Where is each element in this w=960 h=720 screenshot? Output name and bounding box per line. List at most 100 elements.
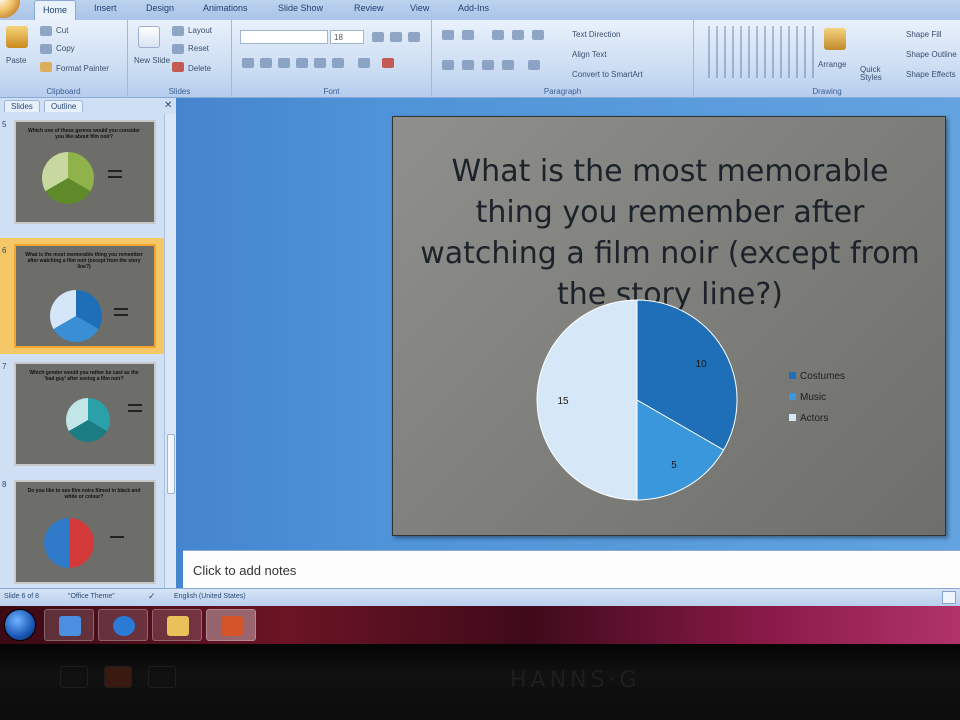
spell-check-icon[interactable]: ✓ (148, 591, 156, 602)
shrink-font-icon[interactable] (390, 32, 402, 42)
delete-icon (172, 62, 184, 72)
numbering-icon[interactable] (462, 30, 474, 40)
align-center-icon[interactable] (462, 60, 474, 70)
thumbnail-title: What is the most memorable thing you rem… (25, 252, 143, 270)
slide-thumbnail-5[interactable]: 5 Which one of these genres would you co… (0, 120, 164, 236)
shapes-gallery[interactable] (702, 26, 814, 78)
bold-icon[interactable] (242, 58, 254, 68)
theme-name: "Office Theme" (68, 593, 115, 600)
increase-indent-icon[interactable] (512, 30, 524, 40)
pie-chart[interactable]: 10 Costumes 5 Music 15 Actors (393, 117, 947, 537)
new-slide-icon[interactable] (138, 26, 160, 48)
fit-to-window-button[interactable] (942, 591, 956, 604)
tab-add-ins[interactable]: Add-Ins (458, 3, 489, 13)
clipboard-label: Clipboard (46, 87, 81, 96)
char-spacing-icon[interactable] (332, 58, 344, 68)
paste-icon[interactable] (6, 26, 28, 48)
legend-label-actors: Actors (800, 413, 828, 424)
font-color-icon[interactable] (382, 58, 394, 68)
close-icon[interactable]: ✕ (164, 100, 172, 111)
drawing-label: Drawing (812, 87, 842, 96)
scroll-thumb[interactable] (167, 434, 175, 494)
shadow-icon[interactable] (314, 58, 326, 68)
pie-slice-actors[interactable] (536, 299, 638, 501)
thumbnail-frame: Which gender would you rather be cast as… (14, 362, 156, 466)
monitor-brand-logo: HANNS·G (510, 668, 641, 693)
folder-icon (167, 616, 189, 636)
tab-home[interactable]: Home (34, 0, 77, 20)
taskbar-explorer[interactable] (44, 609, 94, 641)
thumbnail-pie (50, 290, 102, 342)
slide-thumbnail-7[interactable]: 7 Which gender would you rather be cast … (0, 362, 164, 478)
paste-button[interactable]: Paste (6, 56, 26, 65)
thumbnail-title: Which one of these genres would you cons… (28, 128, 140, 140)
thumbnail-legend (110, 536, 124, 538)
new-slide-button[interactable]: New Slide (134, 56, 174, 65)
tab-animations[interactable]: Animations (203, 3, 248, 13)
taskbar-ie[interactable] (98, 609, 148, 641)
decrease-indent-icon[interactable] (492, 30, 504, 40)
underline-icon[interactable] (278, 58, 290, 68)
reset-button[interactable]: Reset (188, 44, 209, 53)
legend-swatch-music (789, 393, 796, 400)
change-case-icon[interactable] (358, 58, 370, 68)
slide-thumbnail-8[interactable]: 8 Do you like to see film noirs filmed i… (0, 480, 164, 588)
font-label: Font (323, 87, 340, 96)
text-direction-button[interactable]: Text Direction (572, 30, 620, 39)
thumbnail-pie (44, 518, 94, 568)
align-text-button[interactable]: Align Text (572, 50, 607, 59)
line-spacing-icon[interactable] (532, 30, 544, 40)
grow-font-icon[interactable] (372, 32, 384, 42)
language[interactable]: English (United States) (174, 593, 246, 600)
convert-smartart-button[interactable]: Convert to SmartArt (572, 70, 643, 79)
tab-slides[interactable]: Slides (4, 100, 40, 112)
start-button[interactable] (4, 609, 36, 641)
font-name-input[interactable] (240, 30, 328, 44)
taskbar-folder[interactable] (152, 609, 202, 641)
paragraph-label: Paragraph (543, 87, 582, 96)
thumbnail-title: Which gender would you rather be cast as… (29, 370, 139, 382)
layout-button[interactable]: Layout (188, 26, 212, 35)
arrange-button[interactable]: Arrange (818, 60, 846, 69)
font-size-input[interactable]: 18 (330, 30, 364, 44)
tab-slide-show[interactable]: Slide Show (278, 3, 323, 13)
workspace: Slides Outline ✕ 5 Which one of these ge… (0, 98, 960, 588)
notes-pane[interactable]: Click to add notes (183, 550, 960, 588)
columns-icon[interactable] (528, 60, 540, 70)
thumbnail-frame: What is the most memorable thing you rem… (14, 244, 156, 348)
arrange-icon[interactable] (824, 28, 846, 50)
paragraph-group: Text Direction Align Text Convert to Sma… (432, 20, 694, 98)
tab-outline[interactable]: Outline (44, 100, 84, 112)
tab-view[interactable]: View (410, 3, 429, 13)
thumbnail-scrollbar[interactable] (164, 114, 176, 588)
shape-fill-button[interactable]: Shape Fill (906, 30, 942, 39)
justify-icon[interactable] (502, 60, 514, 70)
shape-outline-button[interactable]: Shape Outline (906, 50, 957, 59)
bezel-button (60, 666, 88, 688)
tab-design[interactable]: Design (146, 3, 174, 13)
bullets-icon[interactable] (442, 30, 454, 40)
copy-button[interactable]: Copy (56, 44, 75, 53)
font-size-value: 18 (334, 33, 343, 42)
clear-formatting-icon[interactable] (408, 32, 420, 42)
office-button[interactable] (0, 0, 20, 18)
align-right-icon[interactable] (482, 60, 494, 70)
cut-button[interactable]: Cut (56, 26, 68, 35)
pane-tabs: Slides Outline ✕ (0, 98, 176, 114)
quick-styles-button[interactable]: Quick Styles (860, 66, 884, 82)
format-painter-button[interactable]: Format Painter (56, 64, 109, 73)
notes-placeholder[interactable]: Click to add notes (193, 563, 296, 578)
tab-review[interactable]: Review (354, 3, 384, 13)
slide-canvas[interactable]: What is the most memorable thing you rem… (392, 116, 946, 536)
slide-thumbnail-6[interactable]: 6 What is the most memorable thing you r… (0, 238, 164, 354)
shape-effects-button[interactable]: Shape Effects (906, 70, 956, 79)
ribbon-tabs: Home Insert Design Animations Slide Show… (0, 0, 960, 20)
align-left-icon[interactable] (442, 60, 454, 70)
slide-number: 5 (2, 120, 7, 129)
tab-insert[interactable]: Insert (94, 3, 117, 13)
strikethrough-icon[interactable] (296, 58, 308, 68)
data-label-music: 5 (671, 460, 677, 471)
italic-icon[interactable] (260, 58, 272, 68)
delete-button[interactable]: Delete (188, 64, 211, 73)
taskbar-powerpoint[interactable] (206, 609, 256, 641)
